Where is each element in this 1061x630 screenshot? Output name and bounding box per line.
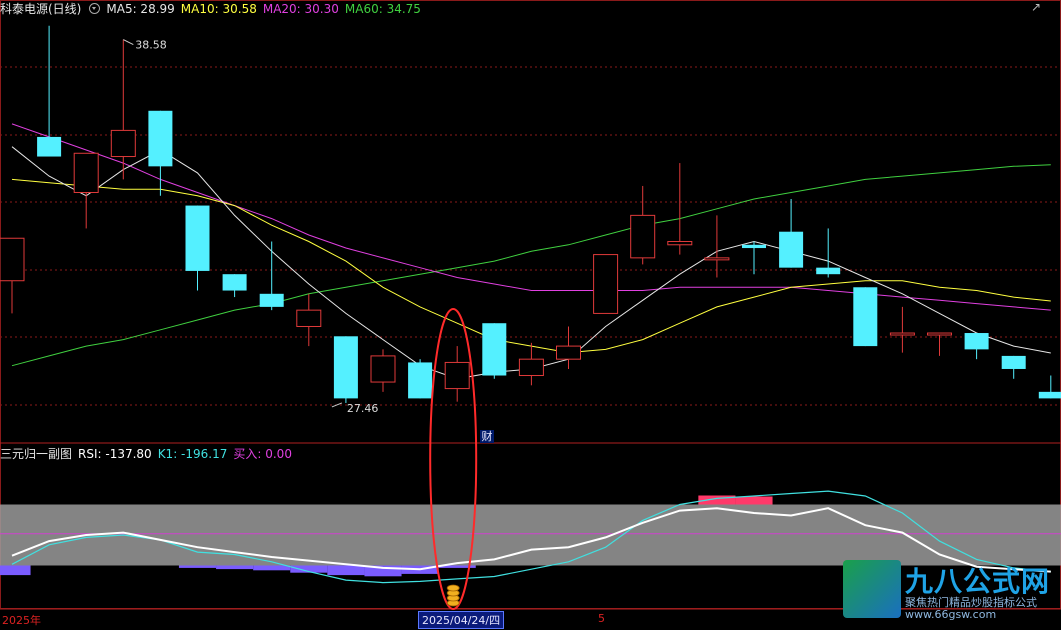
candle-body <box>296 309 322 327</box>
logo-mark-icon <box>843 560 901 618</box>
candle-body <box>148 110 173 167</box>
candle-body <box>333 336 358 399</box>
candle-body <box>742 244 766 249</box>
candle-body <box>259 293 284 307</box>
ma60-value: MA60: 34.75 <box>344 2 421 16</box>
watermark-logo: 九八公式网 聚焦热门精品炒股指标公式 www.66gsw.com <box>843 560 1055 622</box>
purple-hist-bar <box>216 565 254 570</box>
expand-arrow-icon[interactable]: ↗ <box>1031 1 1043 13</box>
candle-body <box>927 332 952 336</box>
main-chart-legend: 科泰电源(日线) MA5: 28.99 MA10: 30.58 MA20: 30.30… <box>0 0 427 16</box>
candle-body <box>408 362 433 399</box>
candle-body <box>444 361 470 390</box>
candle-body <box>853 287 878 347</box>
chart-canvas[interactable]: 38.58 27.46 <box>0 0 1061 630</box>
ma60-line <box>11 164 1051 367</box>
sub-chart-legend: 三元归一副图 RSI: -137.80 K1: -196.17 买入: 0.00 <box>0 445 298 461</box>
candle-body <box>222 274 247 291</box>
candle-body <box>779 231 804 268</box>
ma20-value: MA20: 30.30 <box>262 2 339 16</box>
candle-body <box>73 152 99 193</box>
candle-body <box>593 254 619 314</box>
candle-body <box>1038 391 1061 399</box>
sub-chart-title[interactable]: 三元归一副图 <box>0 447 72 461</box>
candle-body <box>816 267 841 275</box>
tick-5: 5 <box>598 612 605 625</box>
logo-url: www.66gsw.com <box>905 608 997 621</box>
buy-value: 买入: 0.00 <box>233 447 292 461</box>
candle-body <box>556 345 581 360</box>
purple-hist-bar <box>178 565 217 568</box>
coin-stack-icon <box>446 584 460 592</box>
candle-body <box>964 333 989 350</box>
k1-value: K1: -196.17 <box>157 447 228 461</box>
rsi-value: RSI: -137.80 <box>78 447 152 461</box>
cursor-date: 2025/04/24/四 <box>418 611 505 629</box>
candle-body <box>1001 355 1026 369</box>
purple-hist-bar <box>0 565 31 576</box>
year-label: 2025年 <box>2 614 41 627</box>
high-pointer <box>123 39 134 45</box>
oscillator-band <box>0 504 1061 566</box>
candle-body <box>110 129 136 158</box>
purple-hist-bar <box>327 565 365 576</box>
candle-body <box>482 323 507 376</box>
candle-body <box>630 214 656 259</box>
ma10-value: MA10: 30.58 <box>180 2 257 16</box>
candle-body <box>667 241 693 246</box>
ma10-line <box>11 178 1051 354</box>
purple-hist-bar <box>253 565 291 571</box>
candle-body <box>518 358 544 377</box>
high-label: 38.58 <box>135 39 167 52</box>
pink-hist-bar <box>735 496 773 505</box>
settings-dropdown-icon[interactable] <box>89 3 101 14</box>
candle-body <box>185 205 210 271</box>
candle-body <box>704 257 730 261</box>
stock-title[interactable]: 科泰电源(日线) <box>0 2 81 16</box>
candle-body <box>370 355 396 383</box>
ma5-value: MA5: 28.99 <box>106 2 175 16</box>
finance-marker[interactable]: 财 <box>480 430 494 443</box>
candle-body <box>37 136 62 157</box>
candle-body <box>889 332 915 336</box>
candle-body <box>0 237 25 282</box>
low-label: 27.46 <box>347 402 379 415</box>
